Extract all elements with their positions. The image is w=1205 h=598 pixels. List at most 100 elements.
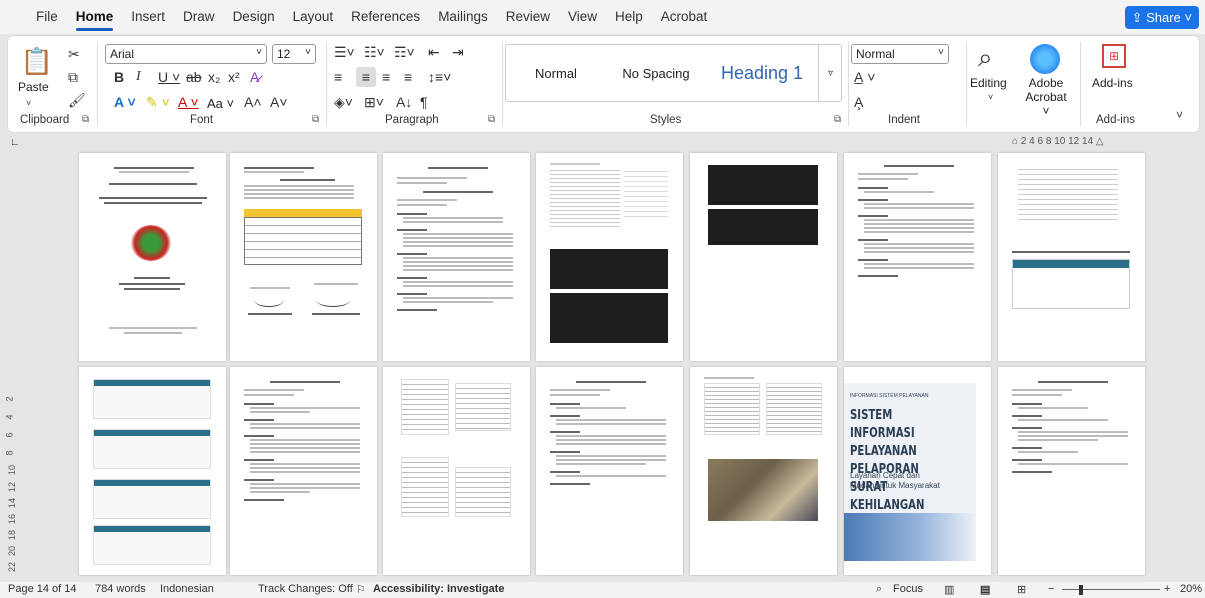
share-button[interactable]: ⇪ Share ˅	[1124, 6, 1199, 29]
tab-view[interactable]: View	[559, 0, 606, 34]
search-icon[interactable]: ⌕	[978, 42, 993, 74]
shading-icon[interactable]: ◈˅	[334, 94, 353, 111]
multilevel-list-icon[interactable]: ☶˅	[394, 44, 415, 61]
change-case-button[interactable]: Aa ˅	[207, 96, 234, 111]
decrease-indent-icon[interactable]: ⇤	[428, 44, 440, 61]
add-ins-icon[interactable]: ⊞	[1102, 44, 1126, 68]
numbering-icon[interactable]: ☷˅	[364, 44, 385, 61]
tab-draw[interactable]: Draw	[174, 0, 224, 34]
italic-icon[interactable]: I	[136, 69, 141, 85]
page-thumbnail-9[interactable]	[230, 367, 377, 575]
paragraph-launcher-icon[interactable]: ⧉	[488, 114, 495, 125]
page-thumbnail-4[interactable]	[536, 153, 683, 361]
tab-mailings[interactable]: Mailings	[429, 0, 497, 34]
tab-selector-icon[interactable]: ∟	[10, 137, 20, 148]
clipboard-label: Clipboard	[20, 114, 70, 126]
accessibility-status[interactable]: Accessibility: Investigate	[373, 583, 504, 595]
borders-icon[interactable]: ⊞˅	[364, 94, 384, 111]
tab-insert[interactable]: Insert	[122, 0, 174, 34]
grow-font-icon[interactable]: A˄	[244, 94, 262, 110]
align-center-icon[interactable]: ≡	[356, 67, 376, 87]
zoom-slider[interactable]	[1062, 589, 1160, 590]
read-mode-icon[interactable]: ▥	[944, 583, 954, 596]
web-layout-icon[interactable]: ⊞	[1017, 583, 1026, 596]
font-size-combo[interactable]: 12 ˅	[272, 44, 316, 64]
font-launcher-icon[interactable]: ⧉	[312, 114, 319, 125]
tab-review[interactable]: Review	[497, 0, 559, 34]
clear-formatting-icon[interactable]: A̷	[250, 69, 259, 85]
font-name-combo[interactable]: Arial ˅	[105, 44, 267, 64]
style-normal[interactable]: Normal	[506, 45, 606, 101]
editing-dropdown-icon[interactable]: ˅	[988, 92, 993, 102]
styles-launcher-icon[interactable]: ⧉	[834, 114, 841, 125]
zoom-level[interactable]: 20%	[1180, 583, 1202, 595]
adobe-acrobat-button[interactable]: Adobe Acrobat ˅	[1024, 76, 1068, 118]
underline-icon[interactable]: U ˅	[158, 69, 180, 85]
page-count[interactable]: Page 14 of 14	[8, 583, 77, 595]
track-changes-status[interactable]: Track Changes: Off	[258, 583, 353, 595]
zoom-slider-thumb[interactable]	[1079, 585, 1083, 595]
page-thumbnail-1[interactable]	[79, 153, 226, 361]
page-thumbnail-14[interactable]	[998, 367, 1145, 575]
page-thumbnail-7[interactable]	[998, 153, 1145, 361]
print-layout-icon[interactable]: ▤	[980, 583, 990, 596]
tab-design[interactable]: Design	[224, 0, 284, 34]
increase-indent-icon[interactable]: ⇥	[452, 44, 464, 61]
justify-icon[interactable]: ≡	[404, 69, 412, 85]
collapse-ribbon-icon[interactable]: ˅	[1176, 108, 1183, 122]
paste-icon[interactable]: 📋	[20, 44, 54, 78]
focus-button[interactable]: Focus	[893, 583, 923, 595]
page-thumbnail-10[interactable]	[383, 367, 530, 575]
zoom-out-icon[interactable]: −	[1048, 583, 1054, 595]
page-thumbnail-5[interactable]	[690, 153, 837, 361]
clipboard-launcher-icon[interactable]: ⧉	[82, 114, 89, 125]
language[interactable]: Indonesian	[160, 583, 214, 595]
show-marks-icon[interactable]: ¶	[420, 94, 428, 110]
page-thumbnail-2[interactable]	[230, 153, 377, 361]
zoom-in-icon[interactable]: +	[1164, 583, 1170, 595]
ruler-indent-icon[interactable]: ⌂	[1012, 136, 1018, 147]
text-effects-icon[interactable]: A ˅	[114, 94, 136, 110]
tab-home[interactable]: Home	[67, 0, 123, 34]
style-heading-1[interactable]: Heading 1	[706, 45, 818, 101]
bold-icon[interactable]: B	[114, 69, 124, 85]
page-thumbnail-3[interactable]	[383, 153, 530, 361]
styles-more-icon[interactable]: ▿	[818, 45, 842, 101]
add-ins-button[interactable]: Add-ins	[1092, 76, 1133, 90]
style-pane-icon[interactable]: A̧	[854, 94, 863, 110]
bullets-icon[interactable]: ☰˅	[334, 44, 355, 61]
tab-file[interactable]: File	[27, 0, 67, 34]
style-no-spacing[interactable]: No Spacing	[606, 45, 706, 101]
subscript-icon[interactable]: x₂	[208, 69, 220, 85]
font-color-icon[interactable]: A ˅	[178, 94, 199, 110]
word-count[interactable]: 784 words	[95, 583, 146, 595]
format-painter-icon[interactable]: 🖌	[68, 92, 86, 109]
page-thumbnail-6[interactable]	[844, 153, 991, 361]
paste-button[interactable]: Paste	[18, 80, 49, 94]
sort-icon[interactable]: A↓	[396, 94, 412, 110]
tab-layout[interactable]: Layout	[284, 0, 343, 34]
ruler-right-indent-icon[interactable]: △	[1096, 136, 1104, 147]
page-thumbnail-8[interactable]	[79, 367, 226, 575]
line-spacing-icon[interactable]: ↕≡˅	[428, 69, 451, 85]
page-thumbnail-12[interactable]	[690, 367, 837, 575]
tab-help[interactable]: Help	[606, 0, 652, 34]
adobe-acrobat-icon[interactable]	[1030, 44, 1060, 74]
cut-icon[interactable]: ✂	[68, 46, 80, 63]
strikethrough-icon[interactable]: ab	[186, 69, 202, 85]
superscript-icon[interactable]: x²	[228, 69, 240, 85]
copy-icon[interactable]: ⧉	[68, 69, 78, 86]
tab-acrobat[interactable]: Acrobat	[652, 0, 717, 34]
align-right-icon[interactable]: ≡	[382, 69, 390, 85]
shrink-font-icon[interactable]: A˅	[270, 94, 288, 110]
menu-bar: File Home Insert Draw Design Layout Refe…	[0, 0, 1205, 34]
font-size-style-icon[interactable]: A̲ ˅	[854, 69, 875, 85]
page-thumbnail-11[interactable]	[536, 367, 683, 575]
style-select[interactable]: Normal ˅	[851, 44, 949, 64]
tab-references[interactable]: References	[342, 0, 429, 34]
page-thumbnail-13[interactable]: INFORMASI SISTEM PELAYANAN SISTEM INFORM…	[844, 367, 991, 575]
paste-dropdown-icon[interactable]: ˅	[26, 98, 31, 108]
highlight-icon[interactable]: ✎ ˅	[146, 94, 170, 111]
align-left-icon[interactable]: ≡	[334, 69, 342, 85]
editing-button[interactable]: Editing	[970, 76, 1007, 90]
